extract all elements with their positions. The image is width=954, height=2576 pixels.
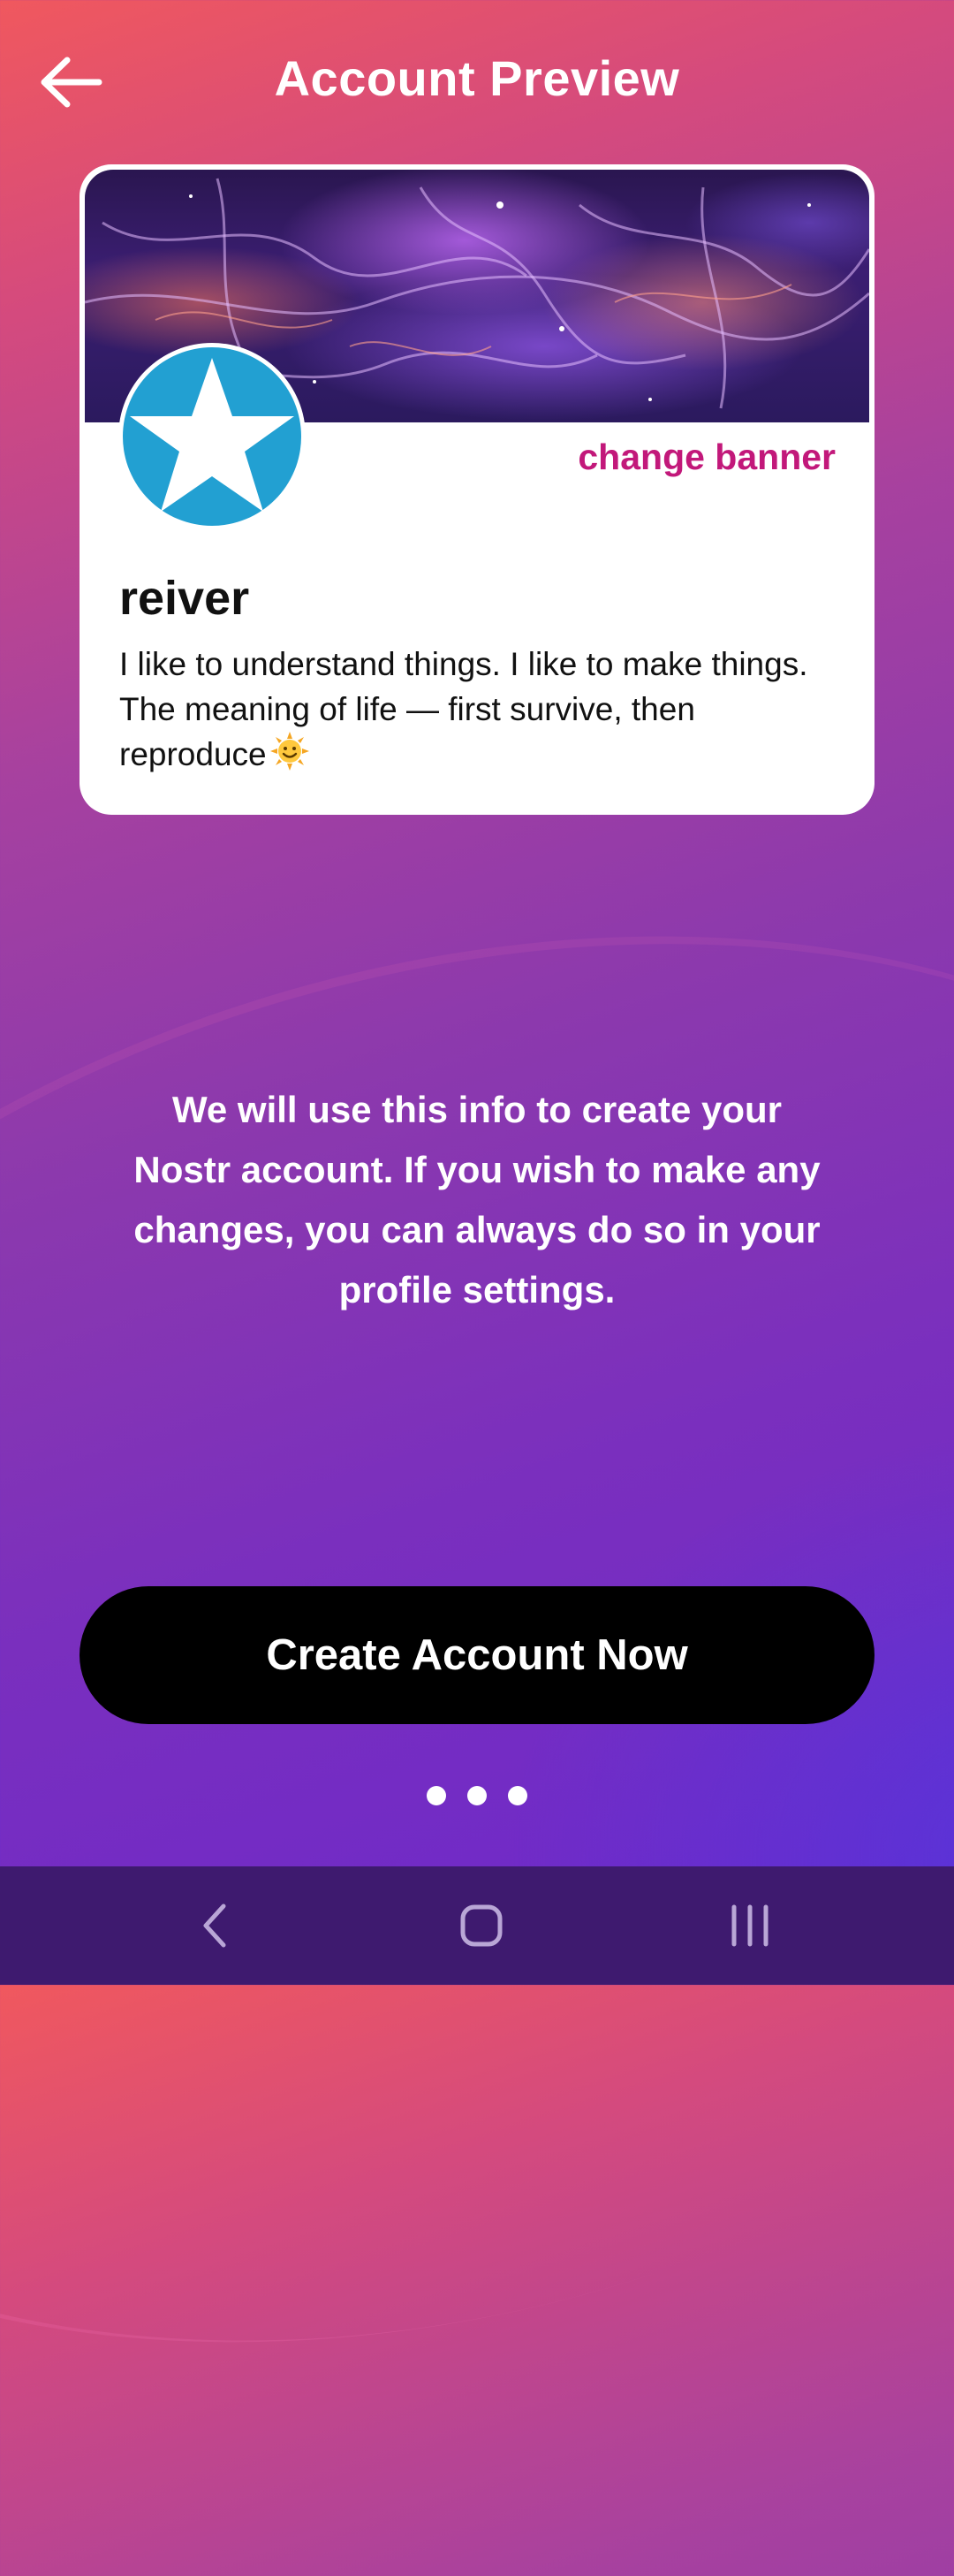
smiling-sun-icon bbox=[269, 732, 309, 782]
star-icon bbox=[123, 347, 301, 526]
info-message: We will use this info to create your Nos… bbox=[133, 1089, 821, 1311]
nav-home-icon bbox=[460, 1904, 503, 1947]
change-banner-link[interactable]: change banner bbox=[578, 437, 836, 478]
bio-text: I like to understand things. I like to m… bbox=[119, 646, 808, 772]
app-header: Account Preview bbox=[0, 0, 954, 159]
profile-preview-card: change banner reiver I like to understan… bbox=[80, 164, 874, 815]
pagination-dot bbox=[508, 1786, 527, 1805]
pagination-dot bbox=[427, 1786, 446, 1805]
system-recents-button[interactable] bbox=[710, 1895, 790, 1957]
pagination-dot bbox=[467, 1786, 487, 1805]
page-title: Account Preview bbox=[274, 50, 680, 106]
avatar[interactable] bbox=[118, 343, 306, 530]
nav-recents-icon bbox=[731, 1904, 768, 1947]
username: reiver bbox=[119, 572, 250, 625]
profile-bio: I like to understand things. I like to m… bbox=[119, 642, 844, 782]
system-navigation-bar bbox=[0, 1866, 954, 1985]
system-back-button[interactable] bbox=[177, 1895, 256, 1957]
pagination-dots bbox=[0, 1786, 954, 1805]
create-account-button[interactable]: Create Account Now bbox=[80, 1586, 874, 1724]
nav-back-icon bbox=[203, 1904, 226, 1948]
system-home-button[interactable] bbox=[442, 1895, 521, 1957]
